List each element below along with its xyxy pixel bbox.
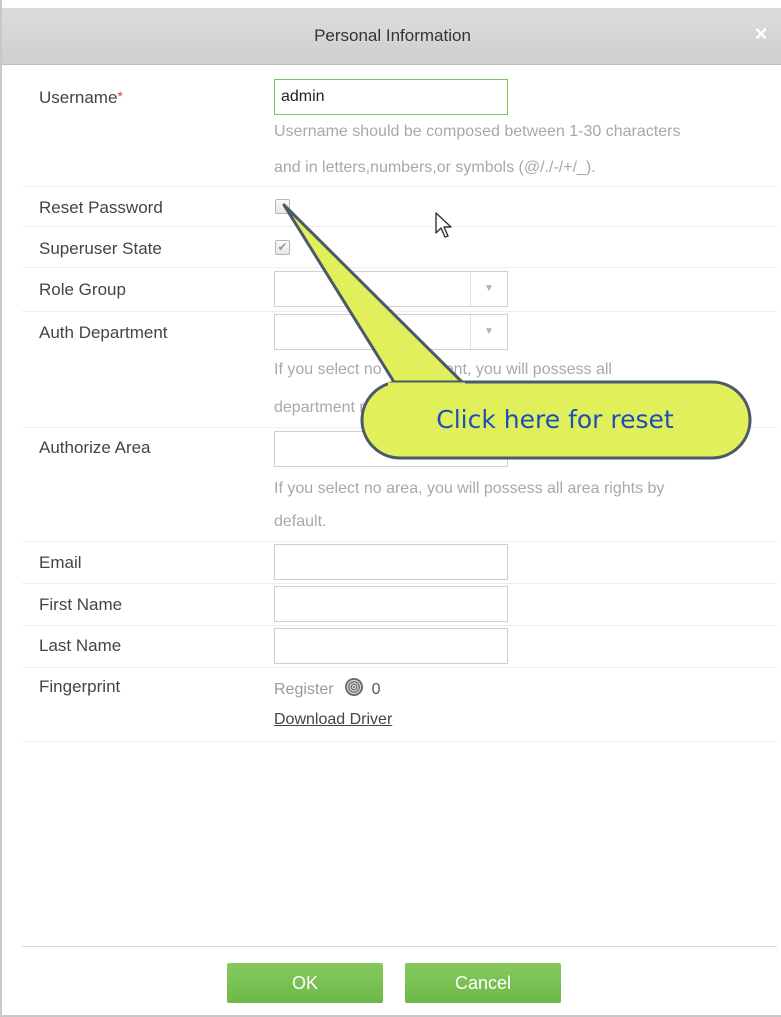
callout-bubble <box>282 203 752 460</box>
callout-text: Click here for reset <box>436 405 674 434</box>
personal-information-dialog: Personal Information × Username* Usernam… <box>0 0 781 1017</box>
mouse-pointer-icon <box>435 212 452 238</box>
